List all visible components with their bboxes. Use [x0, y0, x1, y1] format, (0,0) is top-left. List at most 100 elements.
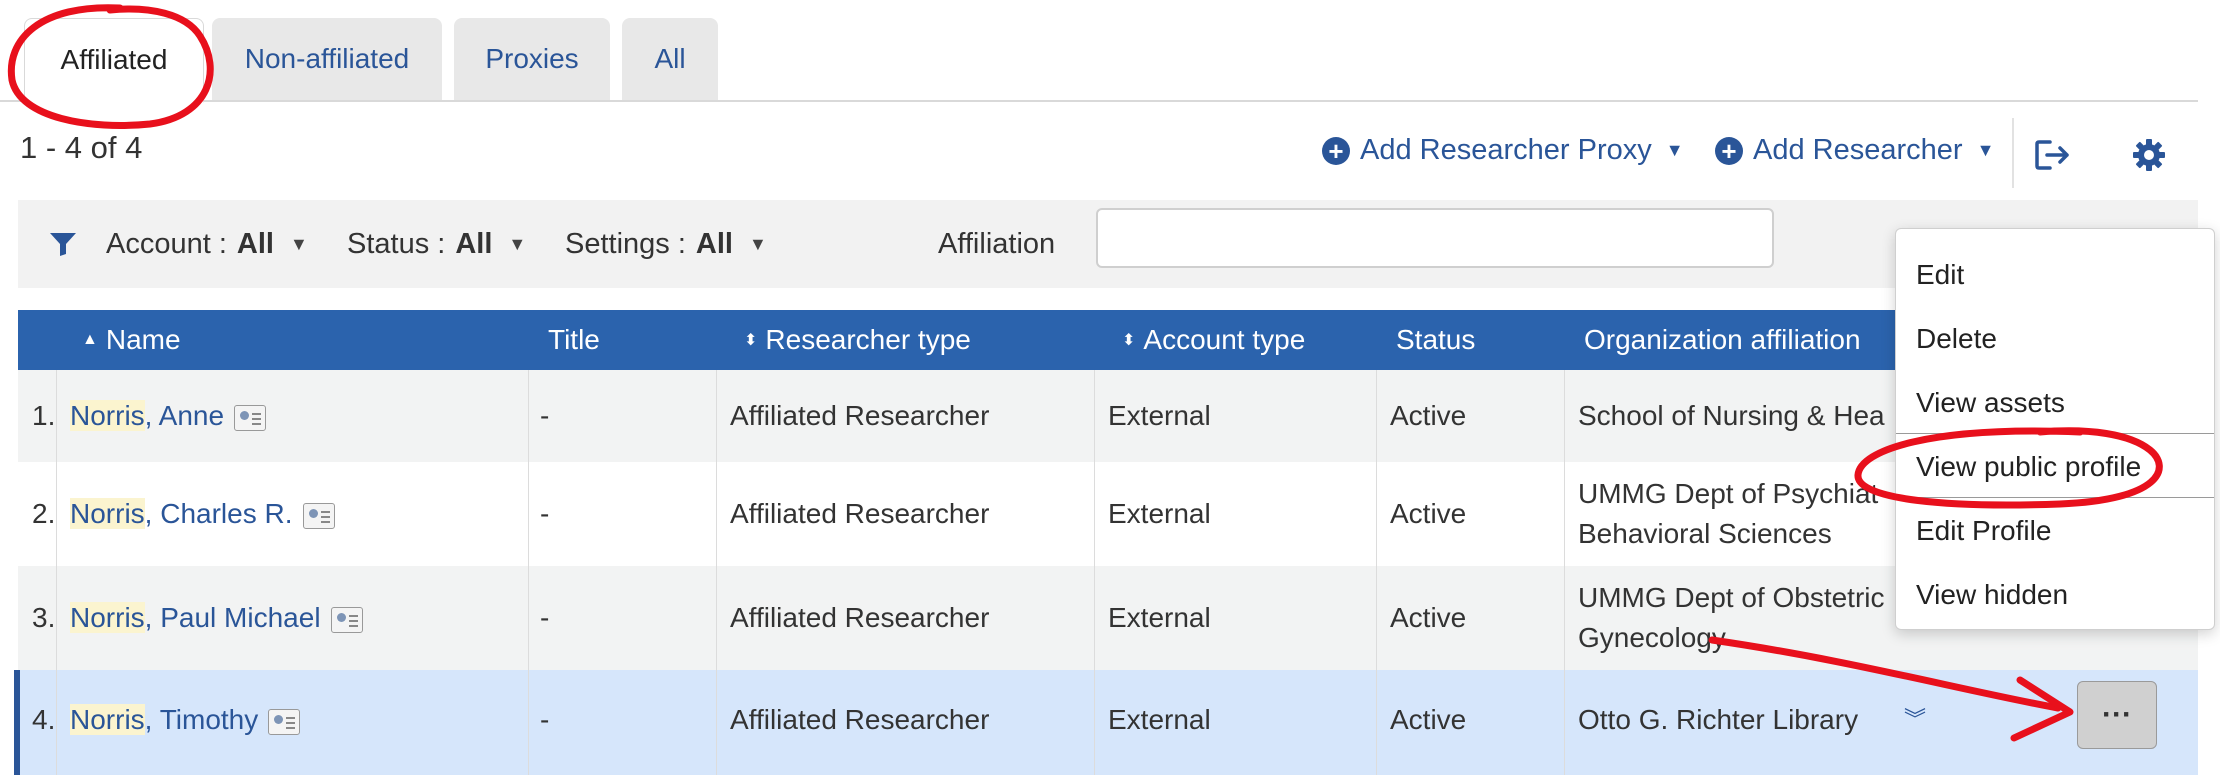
expand-chevron-icon[interactable]: ︾: [1904, 702, 1926, 734]
add-researcher-label: Add Researcher: [1753, 134, 1963, 166]
tab-bar: Affiliated Non-affiliated Proxies All: [0, 0, 2198, 103]
status-filter[interactable]: Status : All ▼: [347, 228, 526, 261]
tab-affiliated[interactable]: Affiliated: [24, 18, 204, 103]
caret-down-icon: ▼: [508, 234, 527, 254]
menu-item-view-hidden[interactable]: View hidden: [1916, 579, 2068, 611]
name-highlight: Norris: [70, 704, 145, 735]
column-label: Name: [105, 324, 181, 355]
sort-icon: ⬍: [744, 332, 758, 349]
selected-row-indicator: [14, 670, 20, 775]
organization-cell: Otto G. Richter Library: [1578, 704, 1859, 735]
menu-divider: [1896, 433, 2214, 434]
add-researcher-proxy-button[interactable]: + Add Researcher Proxy ▼: [1322, 134, 1684, 167]
table-row: 1. Norris, Anne - Affiliated Researcher …: [18, 370, 2198, 462]
organization-cell-line2: Behavioral Sciences: [1578, 518, 1832, 549]
profile-card-icon[interactable]: [234, 404, 267, 431]
organization-cell-line2: Gynecology: [1578, 622, 1726, 653]
status-cell: Active: [1390, 400, 1467, 431]
name-highlight: Norris: [70, 498, 145, 529]
status-cell: Active: [1390, 704, 1467, 735]
result-count: 1 - 4 of 4: [20, 130, 143, 165]
column-divider: [716, 370, 717, 775]
gear-icon: [2133, 139, 2165, 171]
column-label: Status: [1396, 324, 1476, 355]
name-rest: , Charles R.: [144, 498, 293, 529]
sort-icon: ⬍: [1122, 332, 1136, 349]
column-header-researcher-type[interactable]: ⬍ Researcher type: [744, 324, 971, 356]
menu-item-edit-profile[interactable]: Edit Profile: [1916, 515, 2051, 547]
profile-card-icon[interactable]: [330, 606, 363, 633]
name-highlight: Norris: [70, 602, 145, 633]
column-label: Researcher type: [765, 324, 971, 355]
settings-filter[interactable]: Settings : All ▼: [565, 228, 767, 261]
account-type-cell: External: [1108, 602, 1211, 633]
status-cell: Active: [1390, 602, 1467, 633]
column-divider: [1376, 370, 1377, 775]
column-divider: [1564, 370, 1565, 775]
filter-icon[interactable]: [48, 230, 78, 258]
row-number: 4.: [32, 704, 56, 735]
affiliation-input[interactable]: [1096, 208, 1774, 268]
sort-ascending-icon: ▲: [82, 331, 98, 348]
column-header-title[interactable]: Title: [548, 324, 600, 356]
row-number: 2.: [32, 498, 56, 529]
researcher-name-link[interactable]: Norris, Anne: [70, 400, 267, 432]
account-type-cell: External: [1108, 704, 1211, 735]
caret-down-icon: ▼: [748, 234, 767, 254]
add-researcher-proxy-label: Add Researcher Proxy: [1360, 134, 1652, 166]
table-header: ▲ Name Title ⬍ Researcher type ⬍ Account…: [18, 310, 2198, 370]
menu-item-delete[interactable]: Delete: [1916, 323, 1997, 355]
title-cell: -: [540, 704, 550, 735]
affiliation-label: Affiliation: [938, 228, 1056, 260]
column-header-organization-affiliation[interactable]: Organization affiliation: [1584, 324, 1861, 356]
account-filter-value: All: [236, 228, 274, 260]
researcher-name-link[interactable]: Norris, Charles R.: [70, 498, 335, 530]
researcher-type-cell: Affiliated Researcher: [730, 704, 990, 735]
name-rest: , Anne: [144, 400, 225, 431]
caret-down-icon: ▼: [1665, 140, 1684, 160]
tab-all[interactable]: All: [622, 18, 718, 100]
settings-button[interactable]: [2126, 132, 2172, 178]
organization-cell: UMMG Dept of Psychiat: [1578, 478, 1879, 509]
column-label: Organization affiliation: [1584, 324, 1861, 355]
status-filter-value: All: [455, 228, 493, 260]
menu-item-edit[interactable]: Edit: [1916, 259, 1964, 291]
account-type-cell: External: [1108, 498, 1211, 529]
tab-non-affiliated[interactable]: Non-affiliated: [212, 18, 442, 100]
caret-down-icon: ▼: [289, 234, 308, 254]
account-filter[interactable]: Account : All ▼: [106, 228, 308, 261]
column-header-account-type[interactable]: ⬍ Account type: [1122, 324, 1305, 356]
tab-proxies[interactable]: Proxies: [454, 18, 610, 100]
title-cell: -: [540, 602, 550, 633]
column-label: Account type: [1143, 324, 1306, 355]
export-icon: [2035, 140, 2069, 170]
researcher-name-link[interactable]: Norris, Paul Michael: [70, 602, 363, 634]
column-divider: [56, 370, 57, 775]
column-header-name[interactable]: ▲ Name: [82, 324, 181, 356]
account-filter-label: Account :: [106, 228, 227, 260]
profile-card-icon[interactable]: [268, 708, 301, 735]
column-divider: [528, 370, 529, 775]
filter-bar: Account : All ▼ Status : All ▼ Settings …: [18, 200, 2198, 288]
add-researcher-button[interactable]: + Add Researcher ▼: [1715, 134, 1994, 167]
menu-item-view-public-profile[interactable]: View public profile: [1916, 451, 2141, 483]
table-row-selected: 4. Norris, Timothy - Affiliated Research…: [18, 670, 2198, 775]
row-actions-menu: Edit Delete View assets View public prof…: [1895, 228, 2215, 630]
name-highlight: Norris: [70, 400, 145, 431]
row-actions-button[interactable]: ···: [2077, 681, 2157, 749]
column-header-status[interactable]: Status: [1396, 324, 1475, 356]
name-rest: , Paul Michael: [144, 602, 321, 633]
settings-filter-label: Settings :: [565, 228, 686, 260]
researcher-type-cell: Affiliated Researcher: [730, 498, 990, 529]
menu-item-view-assets[interactable]: View assets: [1916, 387, 2065, 419]
title-cell: -: [540, 400, 550, 431]
column-label: Title: [548, 324, 600, 355]
status-cell: Active: [1390, 498, 1467, 529]
researcher-name-link[interactable]: Norris, Timothy: [70, 704, 301, 736]
profile-card-icon[interactable]: [302, 502, 335, 529]
table-row: 3. Norris, Paul Michael - Affiliated Res…: [18, 566, 2198, 670]
toolbar-divider: [2012, 118, 2014, 188]
export-button[interactable]: [2030, 132, 2076, 178]
settings-filter-value: All: [695, 228, 733, 260]
organization-cell: School of Nursing & Hea: [1578, 400, 1885, 431]
